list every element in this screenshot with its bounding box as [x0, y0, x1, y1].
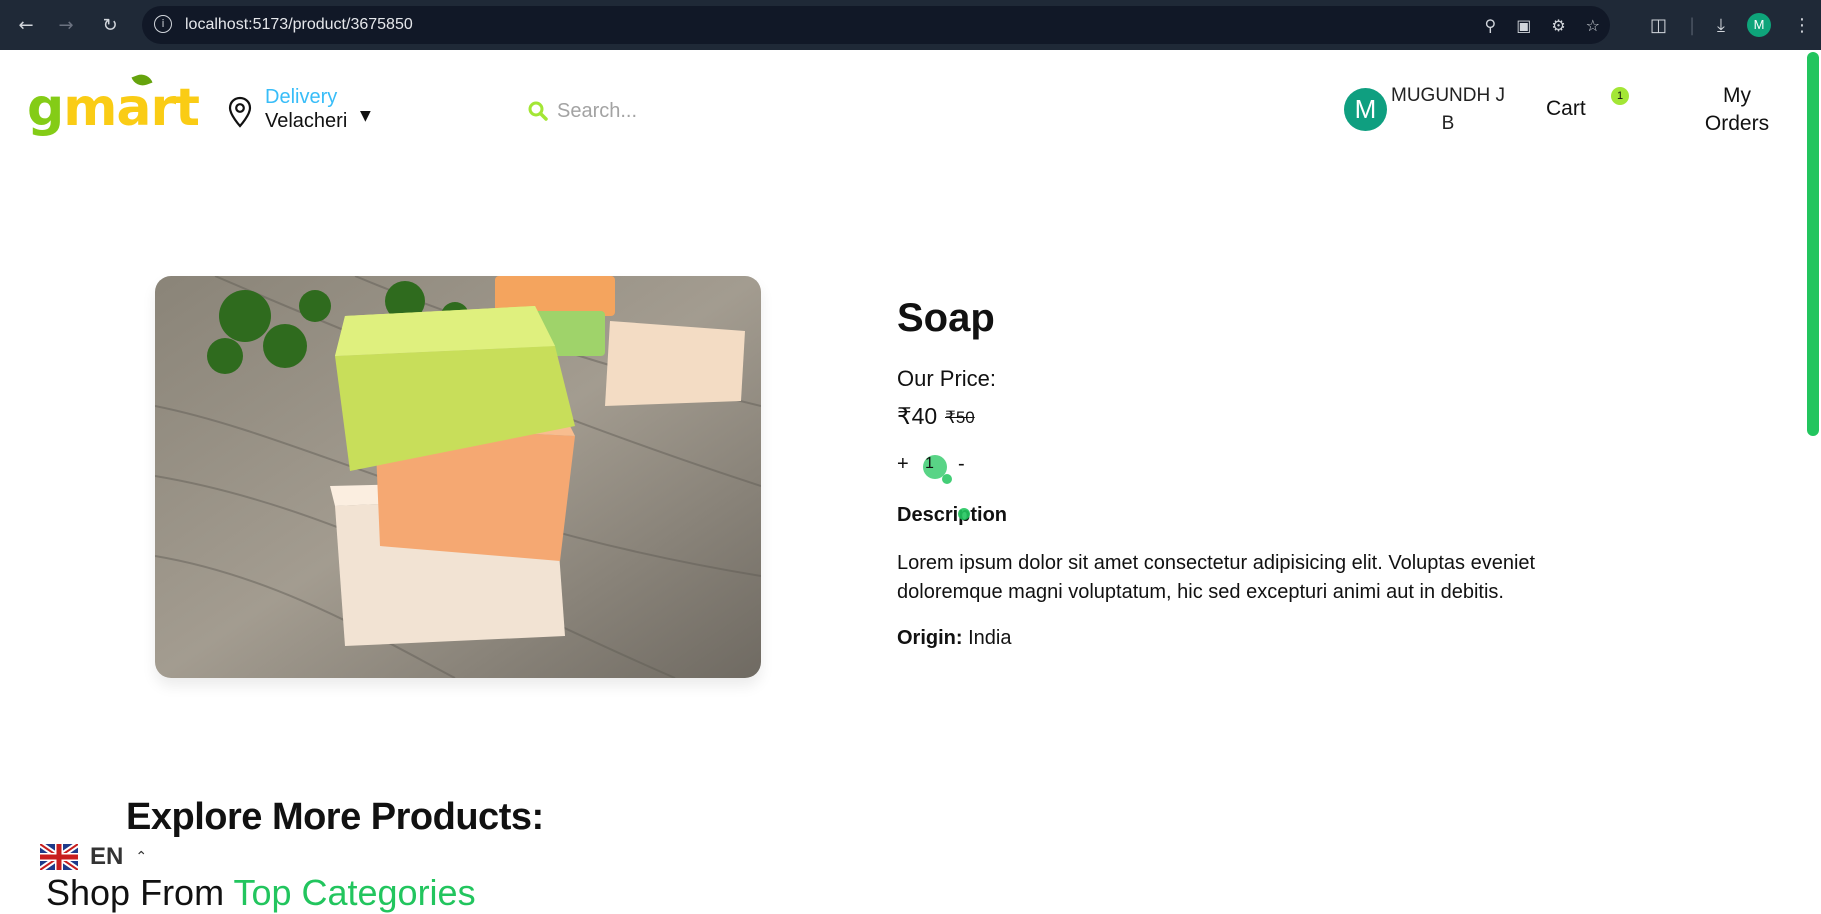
reload-icon[interactable]: ↻ [98, 13, 122, 37]
search-icon [528, 101, 548, 121]
forward-icon[interactable]: → [54, 13, 78, 37]
address-bar[interactable]: i localhost:5173/product/3675850 ⚲ ▣ ⚙ ☆ [142, 6, 1610, 44]
explore-more-heading: Explore More Products: [126, 796, 544, 838]
toolbar-divider: | [1688, 14, 1696, 36]
location-icon[interactable]: ⚲ [1484, 16, 1496, 35]
delivery-area[interactable]: Velacheri [265, 110, 347, 133]
user-avatar[interactable]: M [1344, 88, 1387, 131]
install-app-icon[interactable]: ▣ [1516, 16, 1531, 35]
language-switcher[interactable]: EN ⌃ [40, 838, 160, 876]
translate-icon[interactable]: ⚙ [1551, 16, 1565, 35]
site-header: gmart Delivery Velacheri ▼ M MUGUNDH J B… [0, 50, 1803, 170]
search-input[interactable] [555, 94, 955, 128]
url-text[interactable]: localhost:5173/product/3675850 [185, 16, 413, 34]
location-pin-icon[interactable] [228, 96, 252, 128]
click-indicator-marker [958, 508, 970, 520]
browser-menu-icon[interactable]: ⋮ [1793, 15, 1811, 36]
logo-g: g [27, 78, 64, 138]
extensions-icon[interactable]: ◫ [1650, 15, 1667, 36]
user-name[interactable]: MUGUNDH J B [1388, 82, 1508, 138]
scrollbar-thumb[interactable] [1807, 52, 1819, 436]
quantity-value: 1 [925, 455, 934, 472]
current-price: ₹40 [897, 403, 938, 429]
quantity-increase-button[interactable]: + [897, 453, 909, 476]
browser-toolbar: ← → ↻ i localhost:5173/product/3675850 ⚲… [0, 0, 1821, 50]
quantity-decrease-button[interactable]: - [958, 453, 965, 476]
delivery-label[interactable]: Delivery [265, 86, 337, 109]
my-orders-link[interactable]: My Orders [1692, 82, 1782, 138]
origin-row: Origin: India [897, 627, 1011, 650]
cart-count-badge: 1 [1611, 87, 1629, 105]
language-code: EN [90, 843, 124, 870]
product-image [155, 276, 761, 678]
shop-categories-heading: Shop From Top Categories [46, 872, 476, 914]
product-title: Soap [897, 296, 995, 340]
origin-label: Origin: [897, 627, 963, 649]
description-text: Lorem ipsum dolor sit amet consectetur a… [897, 552, 1536, 603]
chevron-up-icon: ⌃ [135, 849, 148, 865]
uk-flag-icon [40, 844, 78, 870]
downloads-icon[interactable]: ⤓ [1717, 15, 1725, 36]
bookmark-star-icon[interactable]: ☆ [1586, 16, 1600, 35]
description-heading: Description [897, 504, 1008, 526]
page-scrollbar[interactable] [1803, 50, 1821, 907]
original-price: ₹50 [945, 408, 975, 427]
browser-profile-avatar[interactable]: M [1747, 13, 1771, 37]
cart-link[interactable]: Cart [1546, 97, 1586, 121]
chevron-down-icon[interactable]: ▼ [360, 108, 371, 124]
back-icon[interactable]: ← [14, 13, 38, 37]
site-info-icon[interactable]: i [154, 15, 172, 33]
logo-mart: mart [63, 78, 200, 138]
gmart-logo[interactable]: gmart [27, 71, 200, 138]
price-label: Our Price: [897, 366, 997, 391]
origin-value: India [968, 627, 1012, 649]
browser-actions: ◫ | ⤓ M ⋮ [1650, 8, 1811, 42]
address-bar-actions: ⚲ ▣ ⚙ ☆ [1484, 6, 1600, 44]
